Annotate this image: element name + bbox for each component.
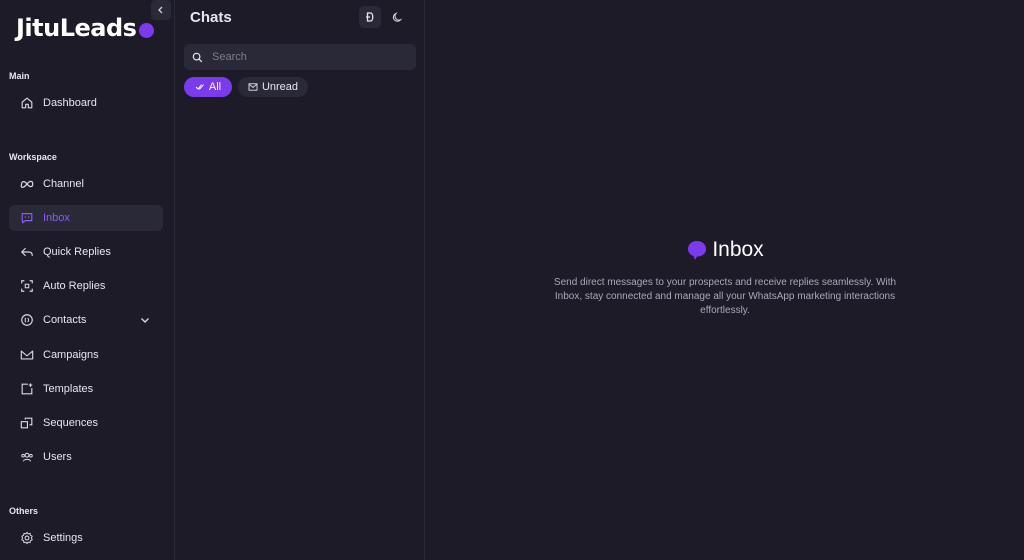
chats-title: Chats [190,9,232,26]
search-box [184,44,416,70]
users-icon [20,450,34,464]
sidebar-item-users[interactable]: Users [9,444,163,470]
chats-panel: Chats All Unread [176,0,425,560]
sidebar-item-label: Contacts [43,314,87,326]
theme-auto-button[interactable] [359,6,381,28]
sidebar-item-label: Templates [43,383,94,395]
sidebar-item-settings[interactable]: Settings [9,525,163,551]
scan-icon [20,279,34,293]
sidebar-item-label: Quick Replies [43,246,111,258]
empty-state-description: Send direct messages to your prospects a… [553,277,897,316]
sidebar-item-label: Users [43,451,72,463]
dark-mode-button[interactable] [387,6,409,28]
mail-icon [20,348,34,362]
section-label-others: Others [9,506,39,516]
empty-state-heading: Inbox [686,238,764,262]
theme-auto-icon [366,12,374,22]
sidebar-item-label: Dashboard [43,97,97,109]
template-icon [20,382,34,396]
gear-icon [20,531,34,545]
filter-unread-button[interactable]: Unread [238,77,308,97]
sidebar-item-label: Auto Replies [43,280,106,292]
chevron-down-icon[interactable] [139,314,151,326]
sidebar-item-inbox[interactable]: Inbox [9,205,163,231]
sidebar-item-label: Settings [43,532,83,544]
moon-icon [392,12,403,22]
reply-icon [20,245,34,259]
section-label-workspace: Workspace [9,152,57,162]
mail-icon [248,83,258,91]
contact-icon [20,313,34,327]
search-icon [192,52,203,62]
filter-all-label: All [208,81,222,93]
brand-logo[interactable]: JituLeads [16,14,155,42]
inbox-empty-state: Inbox Send direct messages to your prosp… [426,238,1024,318]
brand-name: JituLeads [16,14,137,42]
section-label-main: Main [9,71,30,81]
filter-unread-label: Unread [261,81,299,93]
home-icon [20,96,34,110]
sidebar-item-label: Campaigns [43,349,99,361]
brand-dot [139,22,155,38]
sequence-icon [20,416,34,430]
message-icon [20,211,34,225]
sidebar-item-templates[interactable]: Templates [9,376,163,402]
chevron-left-icon [158,6,163,14]
sidebar-item-campaigns[interactable]: Campaigns [9,342,163,368]
sidebar: JituLeads Main Dashboard Workspace Chann… [0,0,175,560]
sidebar-item-auto-replies[interactable]: Auto Replies [9,273,163,299]
sidebar-item-label: Inbox [43,212,70,224]
sidebar-item-label: Sequences [43,417,99,429]
meta-icon [20,177,34,191]
sidebar-item-quick-replies[interactable]: Quick Replies [9,239,163,265]
sidebar-item-channel[interactable]: Channel [9,171,163,197]
conversation-area: Inbox Send direct messages to your prosp… [426,0,1024,560]
double-check-icon [195,84,204,90]
sidebar-item-contacts[interactable]: Contacts [9,307,163,333]
sidebar-item-label: Channel [43,178,84,190]
filter-all-button[interactable]: All [184,77,232,97]
search-input[interactable] [212,51,402,63]
empty-state-title: Inbox [712,238,764,261]
collapse-sidebar-button[interactable] [151,0,171,20]
sidebar-item-sequences[interactable]: Sequences [9,410,163,436]
sidebar-item-dashboard[interactable]: Dashboard [9,90,163,116]
chat-bubble-icon [688,241,707,260]
